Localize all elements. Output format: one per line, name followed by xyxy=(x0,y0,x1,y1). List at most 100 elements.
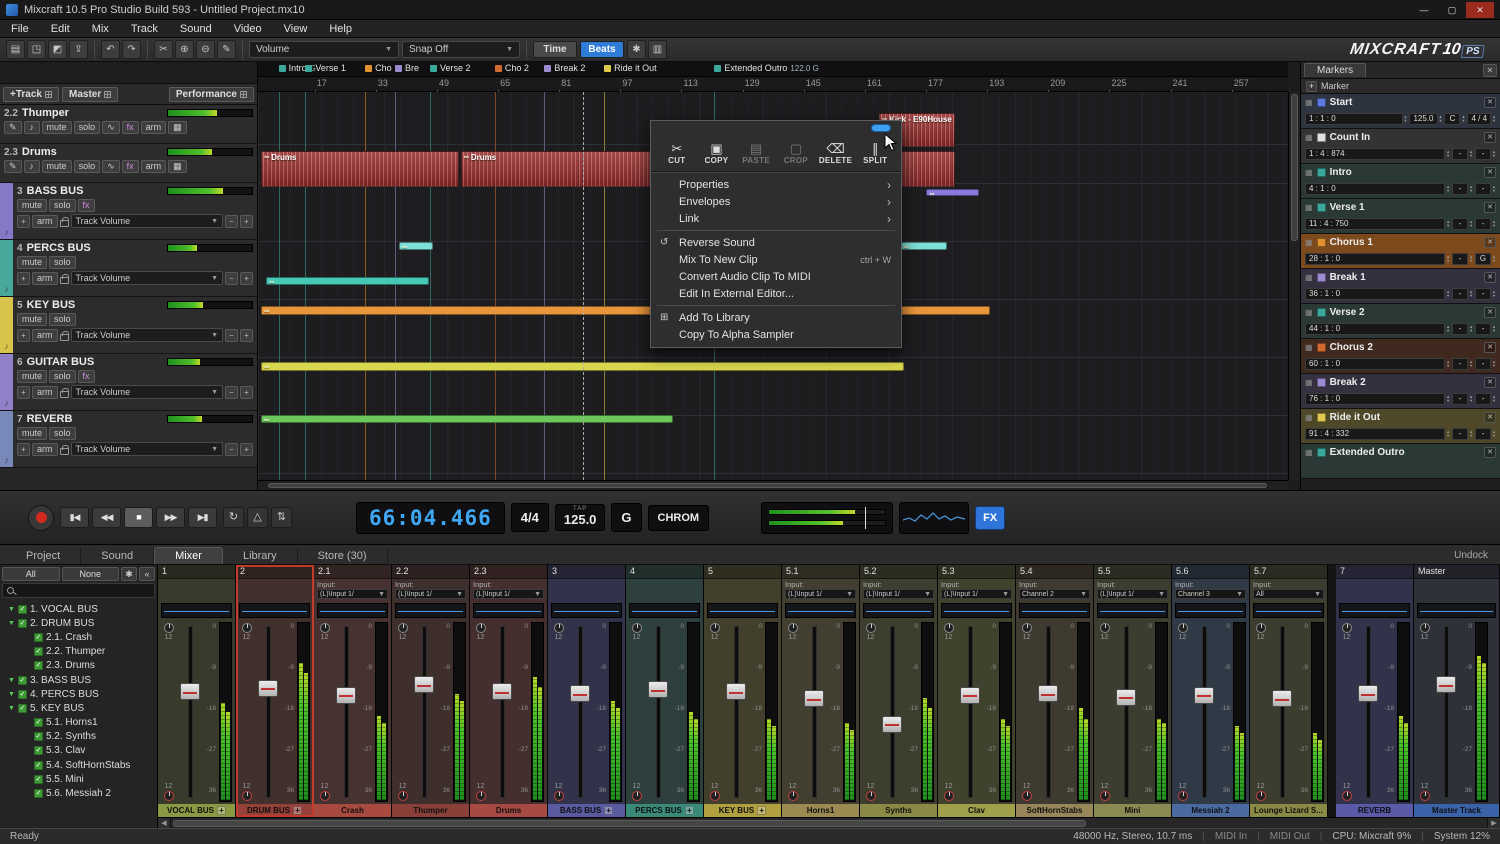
fader-handle[interactable] xyxy=(1358,685,1378,702)
add-lane-button[interactable]: + xyxy=(240,272,253,285)
marker-value-field[interactable]: - xyxy=(1475,288,1491,300)
grid-icon[interactable]: ▦ xyxy=(168,121,187,134)
performance-panel-button[interactable]: Performance xyxy=(169,87,254,102)
pan-knob[interactable] xyxy=(398,623,408,633)
section-marker[interactable]: Cho 2 xyxy=(495,63,532,73)
mixer-strip[interactable]: 2.3 Input: (L)\Input 1/▼ 12 12 xyxy=(470,565,548,817)
track-visible-checkbox[interactable]: ✓ xyxy=(34,775,43,784)
marker-value-field[interactable]: - xyxy=(1475,358,1491,370)
volume-fader[interactable] xyxy=(724,622,748,802)
undock-button[interactable]: Undock xyxy=(1454,550,1488,564)
menu-item[interactable]: Help xyxy=(318,20,363,38)
tree-item[interactable]: ▼ ✓ 4. PERCS BUS xyxy=(0,687,157,701)
marker-row[interactable]: ▦ Chorus 2 ✕ 60 : 1 : 0 ▲▼ xyxy=(1301,339,1500,374)
mixer-strip[interactable]: 3 Input: ▼ 12 12 xyxy=(548,565,626,817)
strip-name-band[interactable]: Messiah 2 + xyxy=(1172,804,1249,817)
strip-name-band[interactable]: Horns1 + xyxy=(782,804,859,817)
color-brightness-toggle[interactable] xyxy=(871,124,891,132)
mixer-strip[interactable]: 5.2 Input: (L)\Input 1/▼ 12 12 xyxy=(860,565,938,817)
fader-handle[interactable] xyxy=(336,687,356,704)
spinner-icons[interactable]: ▲▼ xyxy=(1469,220,1473,228)
mixer-strip[interactable]: 5.6 Input: Channel 3▼ 12 12 xyxy=(1172,565,1250,817)
context-menu-item[interactable]: Mix To New Clip ctrl + W › xyxy=(651,251,901,268)
input-select[interactable]: (L)\Input 1/▼ xyxy=(317,589,388,599)
delete-marker-icon[interactable]: ✕ xyxy=(1484,307,1496,318)
beats-mode-button[interactable]: Beats xyxy=(580,41,624,58)
gear-icon[interactable]: ✱ xyxy=(121,567,137,581)
pan-knob[interactable] xyxy=(710,623,720,633)
add-lane-button[interactable]: + xyxy=(240,386,253,399)
add-lane-button[interactable]: + xyxy=(240,329,253,342)
mixer-strip[interactable]: 5.5 Input: (L)\Input 1/▼ 12 12 xyxy=(1094,565,1172,817)
expand-track-button[interactable]: + xyxy=(17,215,30,228)
marker-name[interactable]: Ride it Out xyxy=(1330,412,1381,423)
scrollbar-thumb[interactable] xyxy=(268,483,1267,488)
zoom-in-icon[interactable]: ⊕ xyxy=(175,40,194,59)
section-marker[interactable]: Verse 1 xyxy=(305,63,349,73)
mixer-strip[interactable]: 2.1 Input: (L)\Input 1/▼ 12 12 xyxy=(314,565,392,817)
zoom-out-icon[interactable]: ⊖ xyxy=(196,40,215,59)
marker-value-field[interactable]: 76 : 1 : 0 xyxy=(1305,393,1445,405)
strip-name-band[interactable]: Master Track + xyxy=(1414,804,1499,817)
tree-item[interactable]: ▼ ✓ 5.1. Horns1 xyxy=(0,716,157,730)
fader-handle[interactable] xyxy=(1038,685,1058,702)
scroll-right-icon[interactable]: ▶ xyxy=(1487,818,1500,829)
key-display[interactable]: G xyxy=(611,503,641,532)
track-header[interactable]: ♪ 3 BASS BUS ✎ ♪ mute solo xyxy=(0,183,257,240)
tree-expand-icon[interactable]: ▼ xyxy=(8,677,15,684)
add-marker-button[interactable]: + xyxy=(1306,81,1317,92)
marker-row[interactable]: ▦ Intro ✕ 4 : 1 : 0 ▲▼ xyxy=(1301,164,1500,199)
marker-value-field[interactable]: 4 : 1 : 0 xyxy=(1305,183,1445,195)
scroll-left-icon[interactable]: ◀ xyxy=(158,818,171,829)
fader-handle[interactable] xyxy=(492,683,512,700)
track-visible-checkbox[interactable]: ✓ xyxy=(34,647,43,656)
tree-item[interactable]: ▼ ✓ 5.3. Clav xyxy=(0,744,157,758)
strip-name-band[interactable]: PERCS BUS + xyxy=(626,804,703,817)
monitor-icon[interactable]: ♪ xyxy=(24,160,40,173)
spinner-icons[interactable]: ▲▼ xyxy=(1469,360,1473,368)
monitor-icon[interactable]: ♪ xyxy=(24,121,40,134)
tree-expand-icon[interactable]: ▼ xyxy=(8,691,15,698)
select-all-button[interactable]: All xyxy=(2,567,60,581)
mixer-strip[interactable]: 1 Input: ▼ 12 12 xyxy=(158,565,236,817)
tree-item[interactable]: ▼ ✓ 2.1. Crash xyxy=(0,630,157,644)
gain-knob[interactable] xyxy=(1256,791,1266,801)
delete-marker-icon[interactable]: ✕ xyxy=(1484,447,1496,458)
input-select[interactable]: All▼ xyxy=(1253,589,1324,599)
strip-name-band[interactable]: Lounge Lizard S... + xyxy=(1250,804,1327,817)
solo-button[interactable]: solo xyxy=(74,160,101,173)
arm-button[interactable]: arm xyxy=(32,386,58,399)
input-select[interactable]: Channel 3▼ xyxy=(1175,589,1246,599)
arm-button[interactable]: arm xyxy=(141,160,167,173)
spinner-icons[interactable]: ▲▼ xyxy=(1469,255,1473,263)
track-visible-checkbox[interactable]: ✓ xyxy=(34,718,43,727)
spinner-icons[interactable]: ▲▼ xyxy=(1439,115,1443,123)
stop-button[interactable]: ■ xyxy=(124,507,153,528)
volume-fader[interactable] xyxy=(1192,622,1216,802)
automation-parameter-select[interactable]: Track Volume▼ xyxy=(71,214,224,228)
track-name[interactable]: BASS BUS xyxy=(27,185,84,197)
section-marker[interactable]: Verse 2 xyxy=(430,63,474,73)
grid-icon[interactable]: ▥ xyxy=(648,40,667,59)
marker-value-field[interactable]: - xyxy=(1475,323,1491,335)
fx-button[interactable]: fx xyxy=(78,370,95,383)
new-project-icon[interactable]: ▤ xyxy=(6,40,25,59)
fader-handle[interactable] xyxy=(258,680,278,697)
add-send-button[interactable]: + xyxy=(757,806,766,815)
input-select[interactable]: Channel 2▼ xyxy=(1019,589,1090,599)
mute-button[interactable]: mute xyxy=(17,427,47,440)
eq-display[interactable] xyxy=(551,603,622,618)
mixer-strip[interactable]: 5.7 Input: All▼ 12 12 xyxy=(1250,565,1328,817)
gain-knob[interactable] xyxy=(1100,791,1110,801)
marker-name[interactable]: Break 1 xyxy=(1330,272,1366,283)
spinner-icons[interactable]: ▲▼ xyxy=(1469,150,1473,158)
track-name[interactable]: GUITAR BUS xyxy=(27,356,95,368)
marker-value-field[interactable]: - xyxy=(1452,428,1468,440)
track-header[interactable]: 2.2 Thumper ✎ ♪ mute solo ∿ fx xyxy=(0,105,257,144)
master-fx-button[interactable]: FX xyxy=(975,506,1005,530)
spinner-icons[interactable]: ▲▼ xyxy=(1492,185,1496,193)
gain-knob[interactable] xyxy=(1342,791,1352,801)
spinner-icons[interactable]: ▲▼ xyxy=(1446,255,1450,263)
marker-name[interactable]: Verse 1 xyxy=(1330,202,1365,213)
automation-parameter-select[interactable]: Track Volume▼ xyxy=(71,442,224,456)
